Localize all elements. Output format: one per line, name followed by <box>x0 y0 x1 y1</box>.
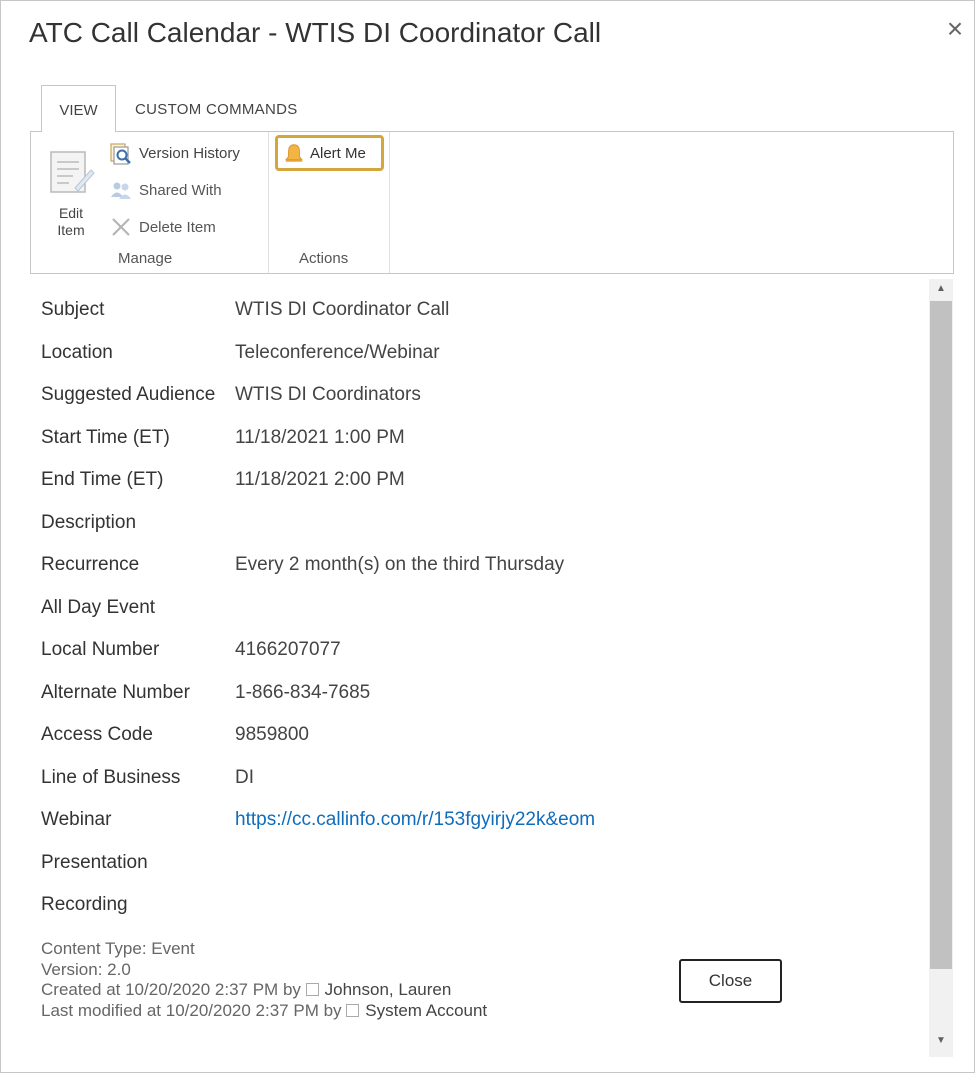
field-value: 4166207077 <box>235 639 341 660</box>
field-label: Suggested Audience <box>41 384 216 405</box>
edit-item-label-line1: Edit <box>58 205 84 221</box>
content-type-text: Content Type: Event <box>41 939 195 958</box>
tab-custom-commands[interactable]: CUSTOM COMMANDS <box>135 101 298 118</box>
webinar-link[interactable]: https://cc.callinfo.com/r/153fgyirjy22k&… <box>235 809 595 831</box>
modified-prefix: Last modified at 10/20/2020 2:37 PM by <box>41 1000 342 1020</box>
field-value: DI <box>235 767 254 788</box>
field-value: WTIS DI Coordinators <box>235 384 421 405</box>
field-value: Every 2 month(s) on the third Thursday <box>235 554 565 575</box>
version-text: Version: 2.0 <box>41 959 131 979</box>
ribbon-divider <box>389 132 390 273</box>
presence-icon <box>346 1003 360 1017</box>
created-text: Created at 10/20/2020 2:37 PM by Johnson… <box>41 980 487 1001</box>
modified-by-user[interactable]: System Account <box>365 1001 487 1020</box>
field-label: Subject <box>41 299 105 320</box>
field-label: End Time (ET) <box>41 469 164 490</box>
tab-view[interactable]: VIEW <box>41 85 116 132</box>
field-value: 11/18/2021 1:00 PM <box>235 427 405 448</box>
field-value: Teleconference/Webinar <box>235 342 440 363</box>
field-label: Access Code <box>41 724 153 745</box>
created-by-user[interactable]: Johnson, Lauren <box>325 980 452 999</box>
created-prefix: Created at 10/20/2020 2:37 PM by <box>41 980 301 999</box>
field-label: Alternate Number <box>41 682 190 703</box>
field-label: Start Time (ET) <box>41 427 170 448</box>
edit-document-icon <box>50 151 95 193</box>
field-label: Webinar <box>41 809 112 830</box>
field-label: Description <box>41 512 137 533</box>
field-label: Local Number <box>41 639 160 660</box>
edit-item-button[interactable]: Edit Item <box>45 148 97 238</box>
field-label: Recurrence <box>41 554 140 575</box>
edit-item-label-line2: Item <box>57 222 85 238</box>
item-metadata: Content Type: Event Version: 2.0 Created… <box>41 939 487 1021</box>
modified-text: Last modified at 10/20/2020 2:37 PM by S… <box>41 1001 487 1022</box>
scroll-down-arrow-icon[interactable]: ▼ <box>929 1031 953 1051</box>
delete-item-button[interactable]: Delete Item <box>109 213 216 241</box>
version-history-button[interactable]: Version History <box>109 139 240 167</box>
delete-item-label: Delete Item <box>139 218 216 236</box>
version-history-icon <box>110 143 131 165</box>
dialog-close-icon[interactable]: × <box>941 13 969 45</box>
scrollbar-thumb[interactable] <box>930 301 952 969</box>
field-value: 9859800 <box>235 724 309 745</box>
alert-me-label: Alert Me <box>310 144 366 162</box>
field-value: WTIS DI Coordinator Call <box>235 299 450 320</box>
shared-with-button[interactable]: Shared With <box>109 176 222 204</box>
ribbon-divider <box>268 132 269 273</box>
presence-icon <box>305 983 319 996</box>
scroll-up-arrow-icon[interactable]: ▲ <box>929 279 953 299</box>
item-dialog: ATC Call Calendar - WTIS DI Coordinator … <box>0 0 975 1073</box>
delete-x-icon <box>112 218 130 236</box>
shared-with-label: Shared With <box>139 181 222 199</box>
field-label: Presentation <box>41 852 148 873</box>
field-label: All Day Event <box>41 597 156 618</box>
field-label: Location <box>41 342 113 363</box>
shared-with-icon <box>111 182 131 199</box>
bell-icon <box>285 144 303 162</box>
alert-me-button[interactable]: Alert Me <box>275 135 384 171</box>
dialog-title: ATC Call Calendar - WTIS DI Coordinator … <box>29 17 602 48</box>
field-value: 11/18/2021 2:00 PM <box>235 469 405 490</box>
manage-group-label: Manage <box>118 250 173 267</box>
field-label: Line of Business <box>41 767 181 788</box>
actions-group-label: Actions <box>299 250 349 267</box>
field-label: Recording <box>41 894 128 915</box>
ribbon: Edit Item Version History Shared With De… <box>30 131 954 274</box>
field-value: 1-866-834-7685 <box>235 682 371 703</box>
version-history-label: Version History <box>139 144 240 162</box>
close-button[interactable]: Close <box>679 959 782 1003</box>
